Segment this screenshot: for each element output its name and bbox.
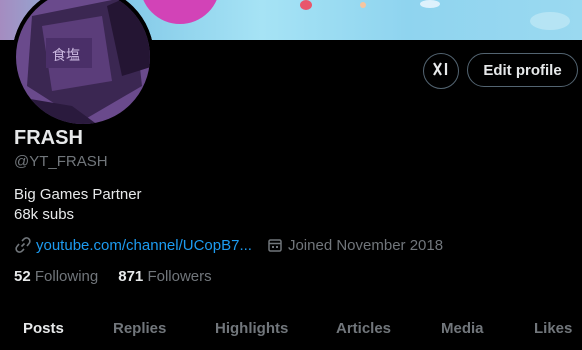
tab-highlights[interactable]: Highlights xyxy=(215,320,288,337)
x-app-button[interactable] xyxy=(423,53,459,89)
follow-stats: 52 Following 871 Followers xyxy=(14,268,212,285)
username-handle: @YT_FRASH xyxy=(14,153,108,170)
sign-text: 食塩 xyxy=(52,47,80,64)
profile-website-link[interactable]: youtube.com/channel/UCopB7... xyxy=(36,237,252,254)
banner-shape xyxy=(420,0,440,8)
banner-shape xyxy=(300,0,312,10)
banner-shape xyxy=(360,2,366,8)
display-name: FRASH xyxy=(14,127,83,149)
tab-posts[interactable]: Posts xyxy=(23,320,64,337)
link-icon xyxy=(14,236,32,254)
profile-meta: youtube.com/channel/UCopB7... Joined Nov… xyxy=(14,236,443,254)
tab-media[interactable]: Media xyxy=(441,320,484,337)
followers-link[interactable]: 871 Followers xyxy=(118,268,211,285)
avatar[interactable]: 食塩 xyxy=(12,0,154,128)
bio-line: Big Games Partner xyxy=(14,186,142,203)
calendar-icon xyxy=(266,236,284,254)
tab-replies[interactable]: Replies xyxy=(113,320,166,337)
following-link[interactable]: 52 Following xyxy=(14,268,98,285)
followers-label: Followers xyxy=(147,268,212,285)
avatar-image: 食塩 xyxy=(12,0,154,128)
banner-shape xyxy=(530,12,570,30)
x-logo-icon xyxy=(432,61,450,82)
edit-profile-button[interactable]: Edit profile xyxy=(467,53,578,87)
joined-date: Joined November 2018 xyxy=(287,236,444,254)
following-label: Following xyxy=(34,268,99,285)
tab-articles[interactable]: Articles xyxy=(336,320,391,337)
profile-tabs: Posts Replies Highlights Articles Media … xyxy=(0,312,582,350)
tab-likes[interactable]: Likes xyxy=(534,320,572,337)
followers-count: 871 xyxy=(118,268,144,285)
following-count: 52 xyxy=(14,268,31,285)
bio-line: 68k subs xyxy=(14,206,75,223)
